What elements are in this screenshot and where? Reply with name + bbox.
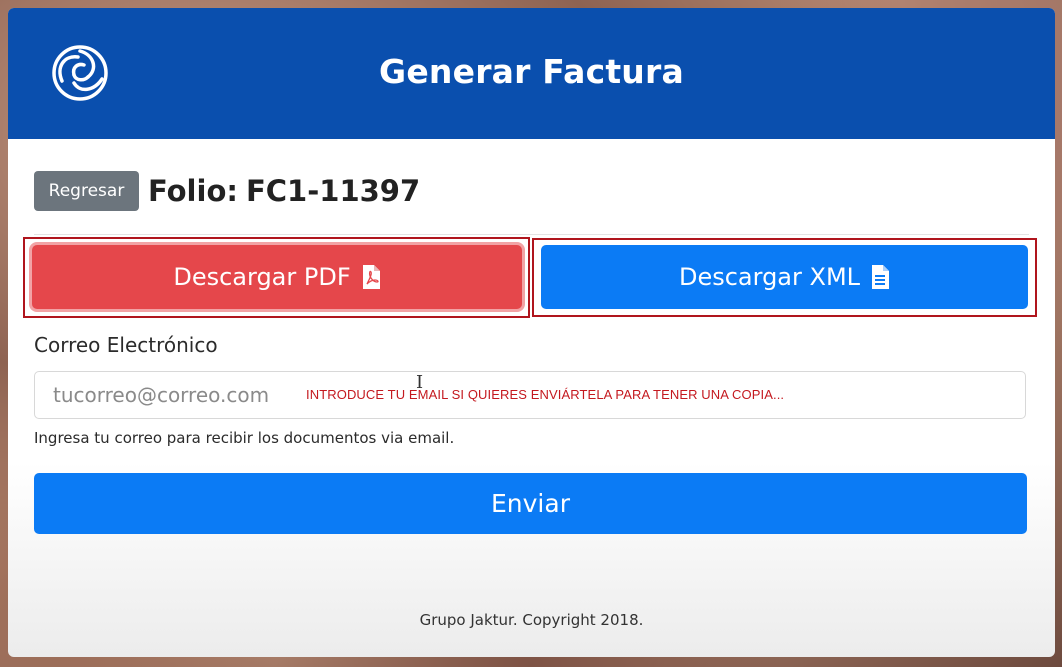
back-button[interactable]: Regresar (34, 171, 139, 211)
folio-heading: Folio: FC1-11397 (148, 171, 420, 211)
divider (34, 234, 1029, 235)
footer-copyright: Grupo Jaktur. Copyright 2018. (419, 611, 644, 629)
page-title: Generar Factura (379, 52, 684, 91)
email-field[interactable] (51, 382, 295, 408)
email-label: Correo Electrónico (34, 333, 218, 357)
xml-highlight-box (532, 238, 1037, 317)
header-bar: Generar Factura (8, 8, 1055, 139)
email-help-text: Ingresa tu correo para recibir los docum… (34, 429, 455, 447)
text-cursor-icon: I (416, 372, 424, 393)
invoice-card: Generar Factura Regresar Folio: FC1-1139… (8, 8, 1055, 657)
send-button[interactable]: Enviar (34, 473, 1027, 534)
folio-value: FC1-11397 (245, 174, 421, 208)
overlay-annotation: INTRODUCE TU EMAIL SI QUIERES ENVIÁRTELA… (306, 387, 785, 402)
pdf-highlight-box (23, 237, 530, 318)
folio-label: Folio: (148, 174, 238, 208)
